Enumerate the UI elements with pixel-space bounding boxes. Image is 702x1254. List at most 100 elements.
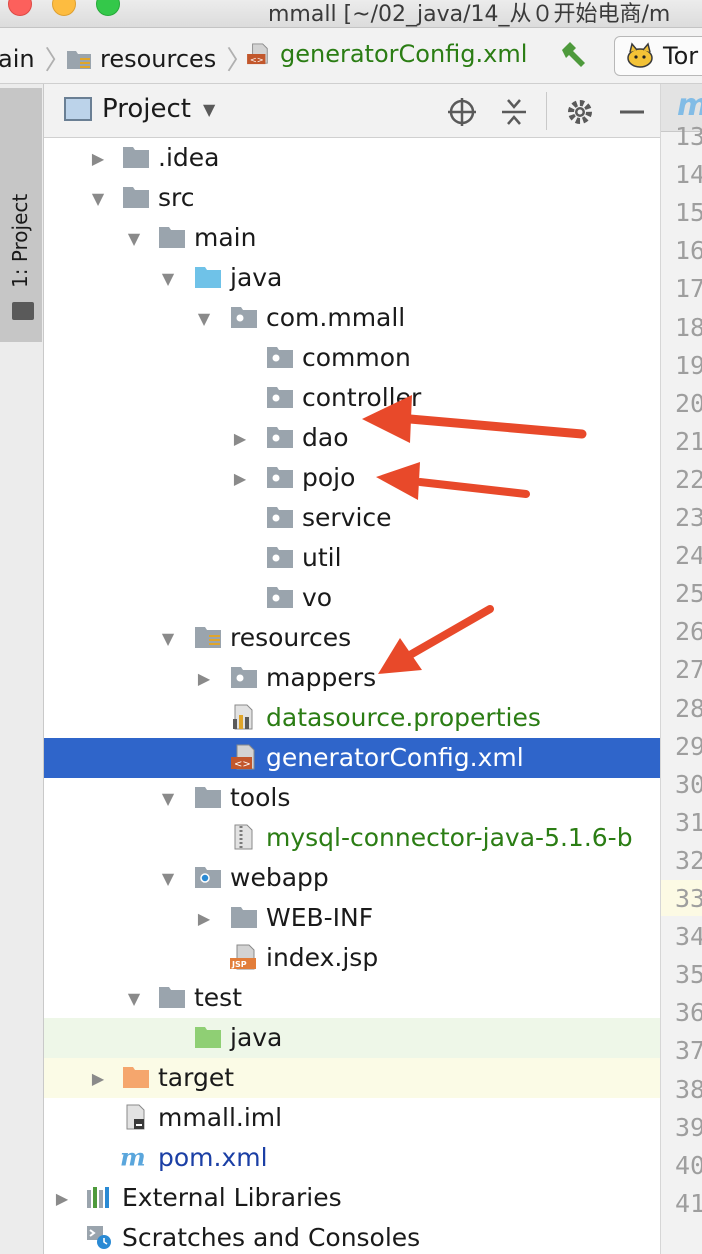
tree-item-pom-xml[interactable]: m pom.xml bbox=[44, 1138, 660, 1178]
tree-item-webapp[interactable]: ▼ webapp bbox=[44, 858, 660, 898]
tree-item-java-tests[interactable]: java bbox=[44, 1018, 660, 1058]
tree-item-label: pojo bbox=[302, 463, 356, 492]
tree-item-label: controller bbox=[302, 383, 422, 412]
chevron-down-icon[interactable]: ▼ bbox=[156, 786, 180, 810]
tree-item-src[interactable]: ▼ src bbox=[44, 178, 660, 218]
gear-icon[interactable] bbox=[564, 96, 596, 128]
tree-item-main[interactable]: ▼ main bbox=[44, 218, 660, 258]
line-number: 25 bbox=[675, 579, 702, 609]
tree-item-dao[interactable]: ▶ dao bbox=[44, 418, 660, 458]
web-folder-icon bbox=[195, 867, 221, 888]
tree-item-index-jsp[interactable]: JSP index.jsp bbox=[44, 938, 660, 978]
tree-item-java-sources[interactable]: ▼ java bbox=[44, 258, 660, 298]
chevron-down-icon[interactable]: ▼ bbox=[156, 626, 180, 650]
tree-item-web-inf[interactable]: ▶ WEB-INF bbox=[44, 898, 660, 938]
tree-item-generatorconfig-xml[interactable]: <> generatorConfig.xml bbox=[44, 738, 660, 778]
tree-item-common[interactable]: common bbox=[44, 338, 660, 378]
tree-item-label: src bbox=[158, 183, 195, 212]
tree-item-external-libraries[interactable]: ▶ External Libraries bbox=[44, 1178, 660, 1218]
hide-panel-icon[interactable] bbox=[616, 96, 648, 128]
tree-item-label: util bbox=[302, 543, 342, 572]
breadcrumb-resources[interactable]: resources 〉 bbox=[66, 40, 252, 77]
tree-item-util[interactable]: util bbox=[44, 538, 660, 578]
svg-text:<>: <> bbox=[250, 54, 264, 64]
zoom-window-button[interactable] bbox=[96, 0, 120, 16]
chevron-down-icon[interactable]: ▼ bbox=[156, 266, 180, 290]
close-window-button[interactable] bbox=[8, 0, 32, 16]
properties-file-icon bbox=[233, 704, 253, 730]
chevron-right-icon[interactable]: ▶ bbox=[228, 426, 252, 450]
line-number: 22 bbox=[675, 464, 702, 494]
tree-item-pojo[interactable]: ▶ pojo bbox=[44, 458, 660, 498]
line-number: 20 bbox=[675, 388, 702, 418]
chevron-down-icon[interactable]: ▼ bbox=[192, 306, 216, 330]
breadcrumb-generatorconfig[interactable]: <> generatorConfig.xml bbox=[246, 40, 527, 68]
tree-item-label: datasource.properties bbox=[266, 703, 541, 732]
tree-item-label: generatorConfig.xml bbox=[266, 743, 524, 772]
project-view-selector[interactable]: Project ▼ bbox=[64, 94, 215, 124]
header-divider bbox=[546, 92, 547, 130]
chevron-right-icon[interactable]: ▶ bbox=[50, 1186, 74, 1210]
chevron-right-icon[interactable]: ▶ bbox=[86, 1066, 110, 1090]
tree-item-label: com.mmall bbox=[266, 303, 406, 332]
tree-item-com-mmall[interactable]: ▼ com.mmall bbox=[44, 298, 660, 338]
chevron-down-icon[interactable]: ▼ bbox=[122, 986, 146, 1010]
chevron-right-icon[interactable]: ▶ bbox=[86, 146, 110, 170]
tree-item-label: pom.xml bbox=[158, 1143, 268, 1172]
xml-file-icon: <> bbox=[231, 744, 255, 770]
tree-item-label: java bbox=[230, 1023, 283, 1052]
run-configuration-select[interactable]: Tor bbox=[614, 36, 702, 76]
line-number: 37 bbox=[675, 1036, 702, 1066]
line-number: 18 bbox=[675, 312, 702, 342]
package-icon bbox=[267, 347, 293, 368]
minimize-window-button[interactable] bbox=[52, 0, 76, 16]
chevron-down-icon[interactable]: ▼ bbox=[156, 866, 180, 890]
tree-item-datasource-properties[interactable]: datasource.properties bbox=[44, 698, 660, 738]
tree-item-test[interactable]: ▼ test bbox=[44, 978, 660, 1018]
tree-item-label: java bbox=[230, 263, 283, 292]
chevron-down-icon[interactable]: ▼ bbox=[122, 226, 146, 250]
folder-icon bbox=[159, 987, 185, 1008]
chevron-down-icon[interactable]: ▼ bbox=[86, 186, 110, 210]
chevron-right-icon[interactable]: ▶ bbox=[192, 906, 216, 930]
line-number: 21 bbox=[675, 426, 702, 456]
tree-item-mappers[interactable]: ▶ mappers bbox=[44, 658, 660, 698]
window-title-bar: mmall [~/02_java/14_从０开始电商/m bbox=[0, 0, 702, 28]
xml-file-icon: <> bbox=[247, 43, 268, 64]
tree-item-vo[interactable]: vo bbox=[44, 578, 660, 618]
package-icon bbox=[267, 427, 293, 448]
tree-item-target[interactable]: ▶ target bbox=[44, 1058, 660, 1098]
project-window-icon bbox=[64, 97, 92, 121]
line-number: 19 bbox=[675, 350, 702, 380]
source-folder-icon bbox=[195, 267, 221, 288]
folder-icon bbox=[231, 907, 257, 928]
chevron-down-icon: ▼ bbox=[202, 99, 216, 119]
package-icon bbox=[231, 667, 257, 688]
tree-item-controller[interactable]: controller bbox=[44, 378, 660, 418]
tree-item-service[interactable]: service bbox=[44, 498, 660, 538]
excluded-folder-icon bbox=[123, 1067, 149, 1088]
svg-text:m: m bbox=[120, 1144, 146, 1170]
folder-icon bbox=[12, 302, 34, 320]
breadcrumb-main[interactable]: ain 〉 bbox=[0, 40, 71, 77]
line-number: 41 bbox=[675, 1188, 702, 1218]
folder-icon bbox=[159, 227, 185, 248]
tree-item-idea[interactable]: ▶ .idea bbox=[44, 138, 660, 178]
panel-title: Project bbox=[102, 94, 191, 124]
locate-target-icon[interactable] bbox=[446, 96, 478, 128]
package-icon bbox=[231, 307, 257, 328]
line-number: 26 bbox=[675, 617, 702, 647]
svg-text:JSP: JSP bbox=[231, 960, 247, 969]
build-hammer-icon[interactable] bbox=[558, 40, 590, 72]
tree-item-resources[interactable]: ▼ resources bbox=[44, 618, 660, 658]
line-number: 16 bbox=[675, 236, 702, 266]
tree-item-mmall-iml[interactable]: mmall.iml bbox=[44, 1098, 660, 1138]
tree-item-tools[interactable]: ▼ tools bbox=[44, 778, 660, 818]
tree-item-scratches-consoles[interactable]: Scratches and Consoles bbox=[44, 1218, 660, 1254]
chevron-right-icon[interactable]: ▶ bbox=[228, 466, 252, 490]
collapse-all-icon[interactable] bbox=[498, 96, 530, 128]
editor-line-gutter: m 13 14 15 16 17 18 19 20 21 22 23 24 25 26 27 28 29 30 31… bbox=[660, 84, 702, 1254]
chevron-right-icon[interactable]: ▶ bbox=[192, 666, 216, 690]
project-tool-window-tab[interactable]: 1: Project bbox=[0, 88, 42, 342]
tree-item-mysql-connector-jar[interactable]: mysql-connector-java-5.1.6-b bbox=[44, 818, 660, 858]
